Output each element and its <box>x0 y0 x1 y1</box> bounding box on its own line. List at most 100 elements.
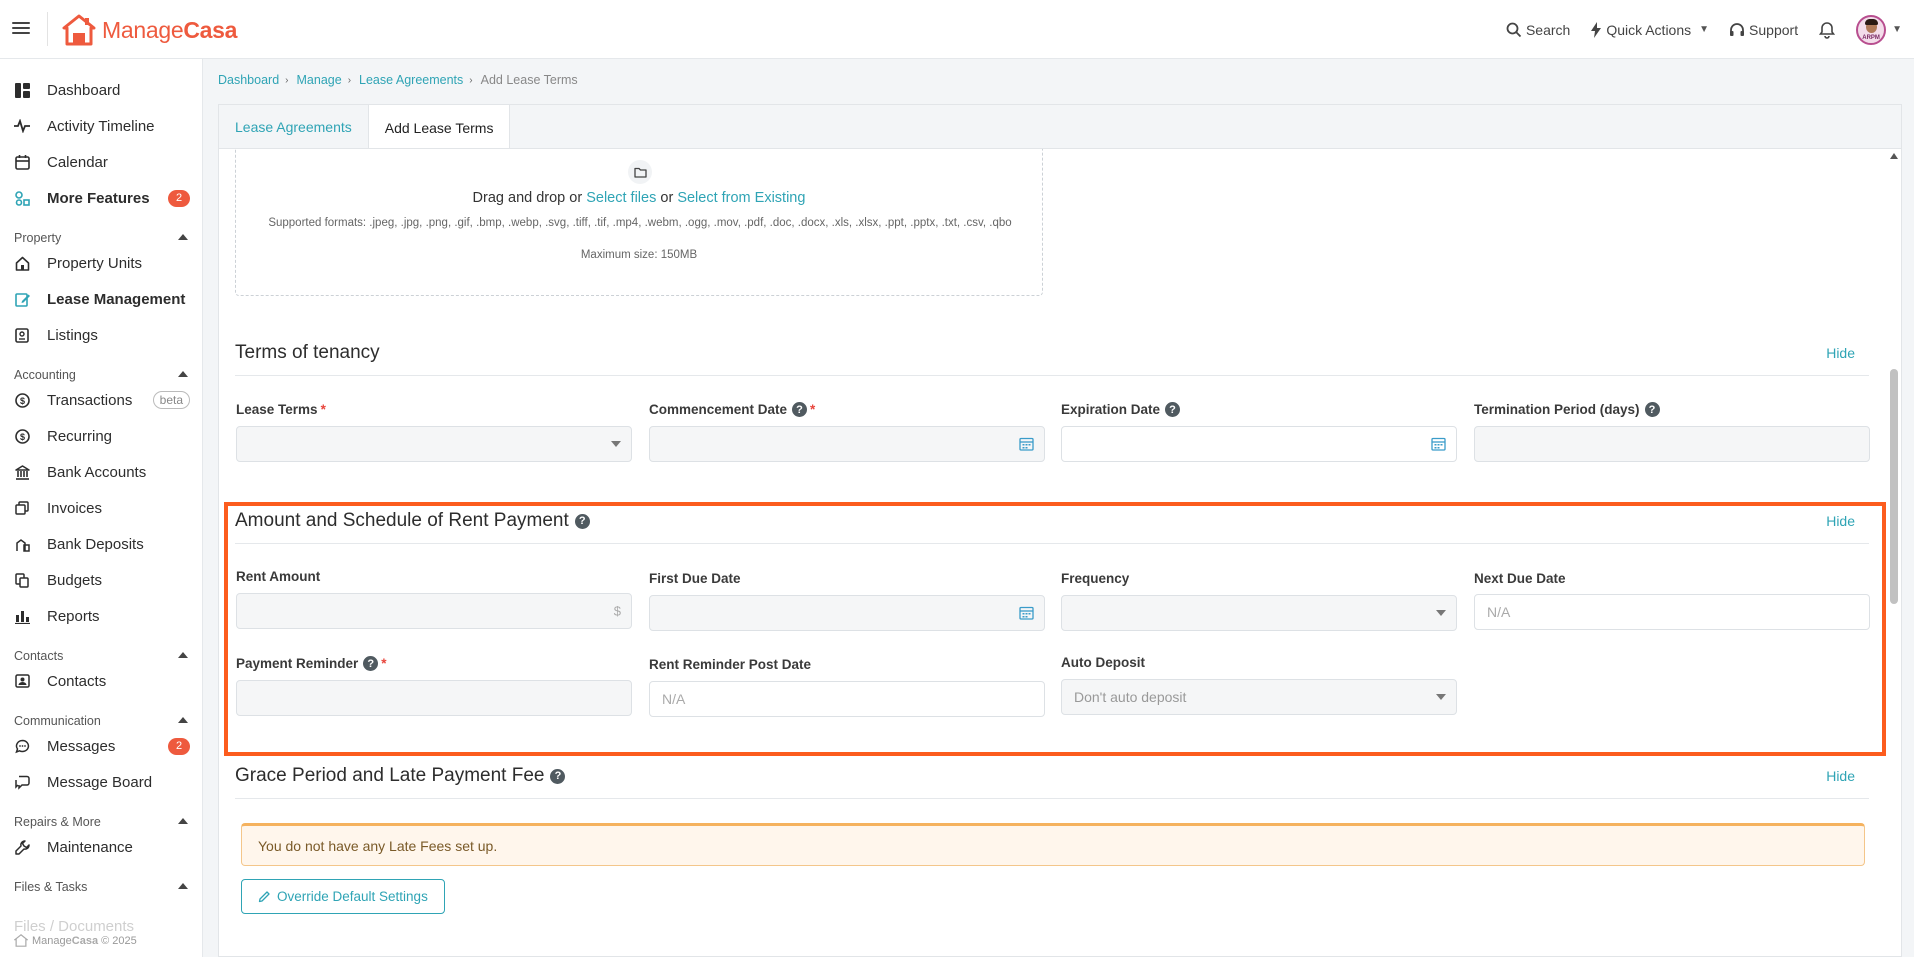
quick-actions-button[interactable]: Quick Actions ▼ <box>1590 21 1709 38</box>
help-icon[interactable]: ? <box>1644 402 1660 417</box>
menu-icon[interactable] <box>12 19 30 39</box>
sidebar-item-files-documents[interactable]: Files / Documents <box>14 918 134 935</box>
logo[interactable]: ManageCasa <box>62 12 237 48</box>
search-icon <box>1506 22 1522 37</box>
count-badge: 2 <box>168 737 190 755</box>
breadcrumb-dashboard[interactable]: Dashboard <box>218 73 279 87</box>
top-actions: Search Quick Actions ▼ Support ARPM ▼ <box>1506 0 1914 59</box>
help-icon[interactable]: ? <box>574 513 590 529</box>
sidebar-item-label: Messages <box>47 737 116 755</box>
sidebar-item-contacts[interactable]: Contacts <box>0 663 202 699</box>
sidebar-item-reports[interactable]: Reports <box>0 598 202 634</box>
sidebar-item-recurring[interactable]: $ Recurring <box>0 418 202 454</box>
select-existing-link[interactable]: Select from Existing <box>677 190 805 206</box>
section-divider <box>235 798 1869 799</box>
sidebar-item-property-units[interactable]: Property Units <box>0 245 202 281</box>
help-icon[interactable]: ? <box>363 656 379 671</box>
sidebar-section-accounting[interactable]: Accounting <box>0 360 202 382</box>
first-due-date-input[interactable] <box>649 595 1045 631</box>
help-icon[interactable]: ? <box>792 402 808 417</box>
commencement-date-input[interactable] <box>649 426 1045 462</box>
chevron-right-icon: › <box>469 74 473 86</box>
sidebar-item-activity-timeline[interactable]: Activity Timeline <box>0 108 202 144</box>
frequency-select[interactable] <box>1061 595 1457 631</box>
sidebar-item-messages[interactable]: Messages 2 <box>0 728 202 764</box>
sidebar-item-label: Budgets <box>47 571 103 589</box>
sidebar-item-listings[interactable]: Listings <box>0 317 202 353</box>
sidebar-item-budgets[interactable]: Budgets <box>0 562 202 598</box>
calendar-icon[interactable] <box>1431 437 1446 451</box>
sidebar-item-label: Maintenance <box>47 838 133 856</box>
support-button[interactable]: Support <box>1729 22 1798 38</box>
terms-hide-link[interactable]: Hide <box>1826 345 1855 361</box>
sidebar-item-message-board[interactable]: Message Board <box>0 764 202 800</box>
reminder-post-date-label: Rent Reminder Post Date <box>649 657 812 672</box>
sidebar-item-label: Contacts <box>47 672 107 690</box>
sidebar-item-label: Reports <box>47 607 100 625</box>
sidebar-section-files[interactable]: Files & Tasks <box>0 872 202 894</box>
message-icon <box>14 738 30 754</box>
auto-deposit-label: Auto Deposit <box>1061 655 1145 670</box>
grace-hide-link[interactable]: Hide <box>1826 768 1855 784</box>
sidebar-item-more-features[interactable]: More Features 2 <box>0 180 202 216</box>
help-icon[interactable]: ? <box>1165 402 1181 417</box>
calendar-icon[interactable] <box>1019 606 1034 620</box>
invoice-icon <box>14 500 30 516</box>
sidebar-section-repairs[interactable]: Repairs & More <box>0 807 202 829</box>
sidebar-item-label: Dashboard <box>47 81 121 99</box>
tab-add-lease-terms[interactable]: Add Lease Terms <box>368 105 511 150</box>
breadcrumb-manage[interactable]: Manage <box>297 73 342 87</box>
tab-lease-agreements[interactable]: Lease Agreements <box>219 105 369 149</box>
payment-reminder-label: Payment Reminder? * <box>236 656 387 671</box>
rent-amount-label: Rent Amount <box>236 569 321 584</box>
sidebar-item-bank-accounts[interactable]: Bank Accounts <box>0 454 202 490</box>
sidebar-item-calendar[interactable]: Calendar <box>0 144 202 180</box>
deposit-icon <box>14 536 30 552</box>
payment-reminder-input[interactable] <box>236 680 632 716</box>
contacts-icon <box>14 673 30 689</box>
lease-terms-label: Lease Terms * <box>236 402 326 417</box>
breadcrumb-current: Add Lease Terms <box>480 73 578 87</box>
sidebar-item-bank-deposits[interactable]: Bank Deposits <box>0 526 202 562</box>
topbar-divider <box>47 12 48 46</box>
sidebar: Dashboard Activity Timeline Calendar Mor… <box>0 59 203 957</box>
sidebar-item-dashboard[interactable]: Dashboard <box>0 72 202 108</box>
sidebar-section-property[interactable]: Property <box>0 223 202 245</box>
top-bar: ManageCasa Search Quick Actions ▼ Suppor… <box>0 0 1914 59</box>
override-default-settings-button[interactable]: Override Default Settings <box>241 879 445 914</box>
termination-period-input[interactable] <box>1474 426 1870 462</box>
breadcrumb-lease-agreements[interactable]: Lease Agreements <box>359 73 463 87</box>
sidebar-item-transactions[interactable]: $ Transactions beta <box>0 382 202 418</box>
collapse-icon <box>178 652 188 658</box>
sidebar-item-invoices[interactable]: Invoices <box>0 490 202 526</box>
headset-icon <box>1730 22 1745 36</box>
frequency-label: Frequency <box>1061 571 1130 586</box>
select-files-link[interactable]: Select files <box>586 190 656 206</box>
lease-terms-select[interactable] <box>236 426 632 462</box>
sidebar-section-contacts[interactable]: Contacts <box>0 641 202 663</box>
scrollbar[interactable] <box>1887 149 1901 956</box>
sidebar-section-communication[interactable]: Communication <box>0 706 202 728</box>
grace-section-title: Grace Period and Late Payment Fee? <box>235 765 566 787</box>
user-menu[interactable]: ARPM ▼ <box>1856 14 1902 45</box>
supported-formats: Supported formats: .jpeg, .jpg, .png, .g… <box>268 217 1012 229</box>
expiration-date-label: Expiration Date? <box>1061 402 1181 417</box>
scroll-up-icon[interactable] <box>1890 153 1898 159</box>
sidebar-item-maintenance[interactable]: Maintenance <box>0 829 202 865</box>
sidebar-item-lease-management[interactable]: Lease Management <box>0 281 202 317</box>
bell-icon[interactable] <box>1818 21 1836 39</box>
file-dropzone[interactable]: Drag and drop or Select files or Select … <box>235 149 1043 296</box>
sidebar-item-label: Message Board <box>47 773 153 791</box>
expiration-date-input[interactable] <box>1061 426 1457 462</box>
sidebar-item-label: Recurring <box>47 427 113 445</box>
house-logo-icon <box>14 934 28 947</box>
edit-icon <box>14 291 30 307</box>
calendar-icon[interactable] <box>1019 437 1034 451</box>
search-button[interactable]: Search <box>1506 22 1570 38</box>
sidebar-item-label: Bank Deposits <box>47 535 144 553</box>
rent-amount-input[interactable]: $ <box>236 593 632 629</box>
auto-deposit-select[interactable]: Don't auto deposit <box>1061 679 1457 715</box>
scroll-thumb[interactable] <box>1890 369 1898 604</box>
rent-hide-link[interactable]: Hide <box>1826 513 1855 529</box>
help-icon[interactable]: ? <box>550 768 566 784</box>
